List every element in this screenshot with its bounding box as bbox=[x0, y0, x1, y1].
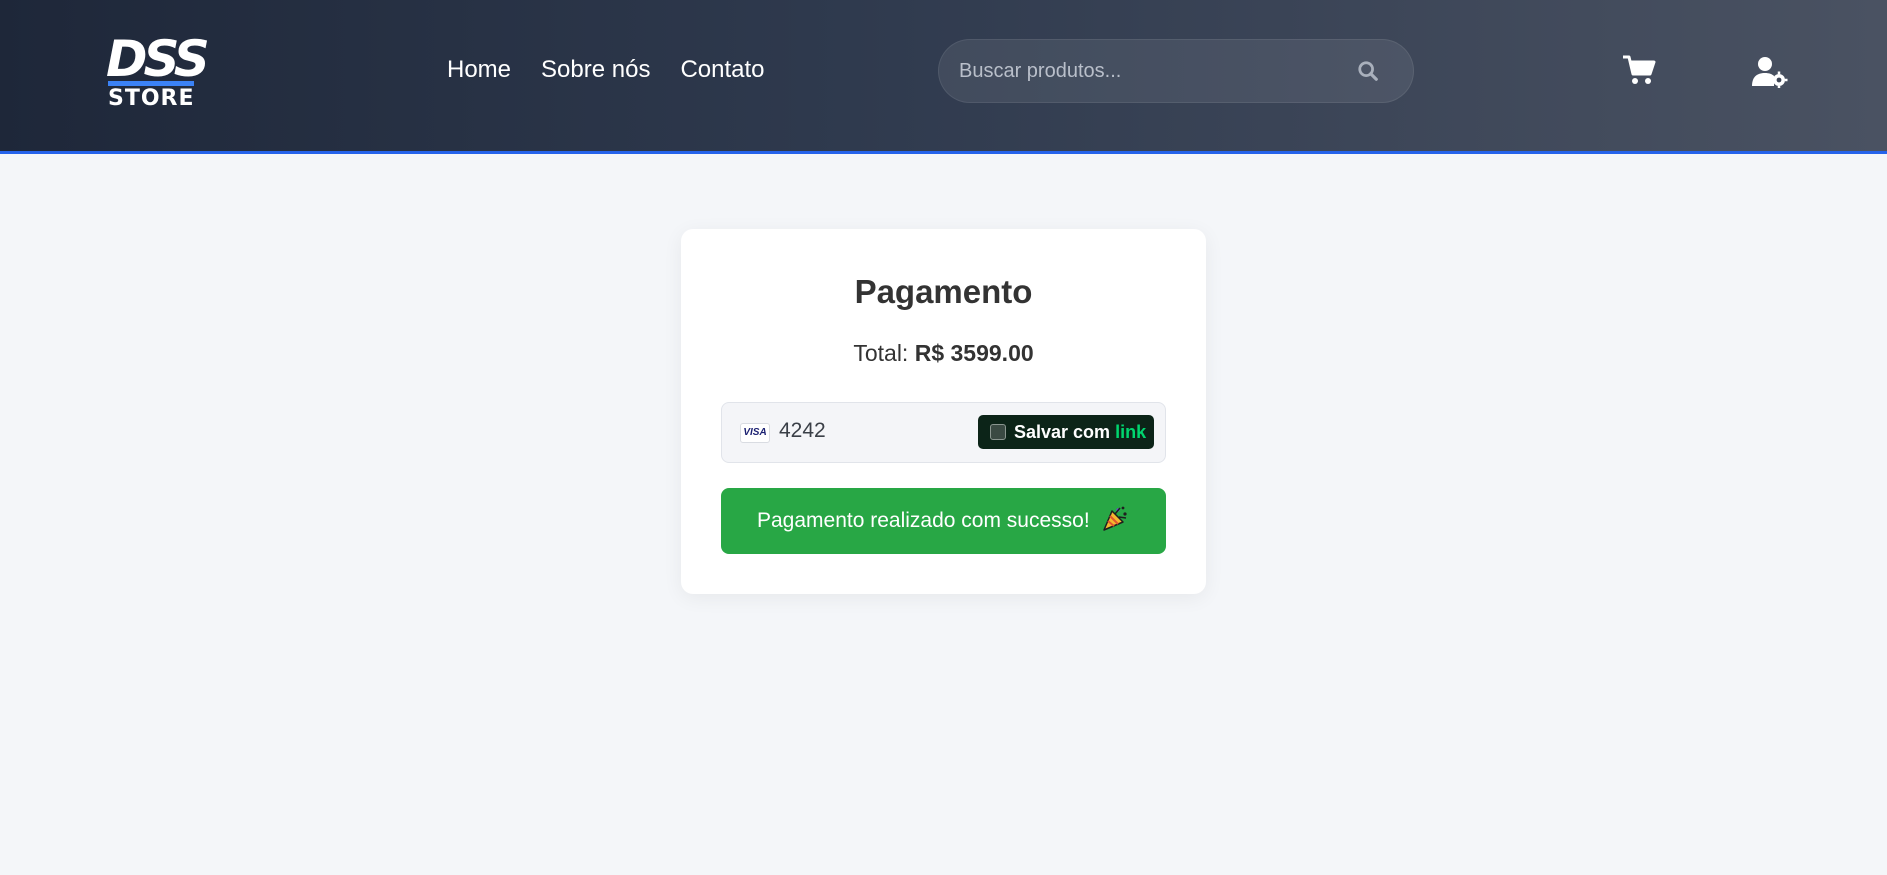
search-icon[interactable] bbox=[1357, 60, 1379, 82]
nav-about-link[interactable]: Sobre nós bbox=[541, 56, 650, 84]
success-message: Pagamento realizado com sucesso! bbox=[757, 509, 1090, 532]
store-logo[interactable]: DSS STORE bbox=[106, 34, 210, 111]
total-label: Total: bbox=[853, 340, 909, 366]
search-input[interactable] bbox=[959, 40, 1339, 102]
payment-success-button[interactable]: Pagamento realizado com sucesso! bbox=[721, 488, 1166, 554]
search-bar bbox=[938, 39, 1414, 103]
cart-icon[interactable] bbox=[1622, 54, 1656, 86]
party-popper-icon bbox=[1103, 506, 1127, 531]
save-with-link-button[interactable]: Salvar com link bbox=[978, 415, 1154, 449]
main-nav: Home Sobre nós Contato bbox=[447, 56, 765, 84]
user-settings-icon[interactable] bbox=[1752, 56, 1788, 88]
order-total: Total: R$ 3599.00 bbox=[681, 340, 1206, 367]
save-label-text: Salvar com bbox=[1014, 422, 1111, 442]
logo-text-store: STORE bbox=[108, 86, 195, 111]
save-with-link-label: Salvar com link bbox=[1014, 422, 1146, 443]
visa-icon: VISA bbox=[740, 423, 770, 443]
page-title: Pagamento bbox=[854, 273, 1033, 310]
logo-text-dss: DSS bbox=[106, 30, 210, 88]
nav-contact-link[interactable]: Contato bbox=[680, 56, 764, 84]
save-checkbox[interactable] bbox=[990, 424, 1006, 440]
payment-card: Pagamento Total: R$ 3599.00 VISA 4242 Sa… bbox=[681, 229, 1206, 594]
link-brand-text: link bbox=[1115, 422, 1147, 442]
top-header: DSS STORE Home Sobre nós Contato bbox=[0, 0, 1887, 154]
nav-home-link[interactable]: Home bbox=[447, 56, 511, 84]
total-value: R$ 3599.00 bbox=[914, 340, 1034, 366]
card-number-value[interactable]: 4242 bbox=[779, 419, 826, 443]
card-input-field[interactable]: VISA 4242 Salvar com link bbox=[721, 402, 1166, 463]
